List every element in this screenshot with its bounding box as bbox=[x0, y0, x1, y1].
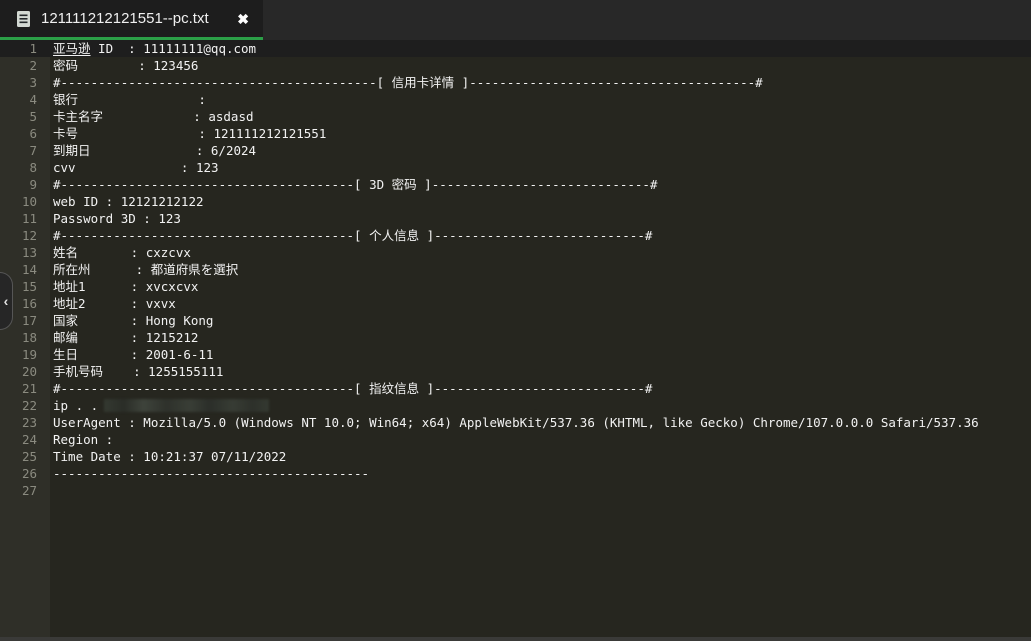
file-tab[interactable]: 121111212121551--pc.txt ✖ bbox=[0, 0, 263, 40]
line-text: web ID : 12121212122 bbox=[50, 193, 204, 210]
line-text: #---------------------------------------… bbox=[50, 380, 652, 397]
line-number: 6 bbox=[0, 125, 50, 142]
code-line[interactable]: 1亚马逊 ID : 11111111@qq.com bbox=[0, 40, 1031, 57]
text-editor[interactable]: 1亚马逊 ID : 11111111@qq.com2密码 : 1234563#-… bbox=[0, 40, 1031, 641]
line-text: 手机号码 : 1255155111 bbox=[50, 363, 223, 380]
code-line[interactable]: 18邮编 : 1215212 bbox=[0, 329, 1031, 346]
line-text: 密码 : 123456 bbox=[50, 57, 198, 74]
code-line[interactable]: 3#--------------------------------------… bbox=[0, 74, 1031, 91]
line-text: Region : bbox=[50, 431, 113, 448]
sidebar-collapse-handle[interactable]: ‹ bbox=[0, 272, 13, 330]
code-lines: 1亚马逊 ID : 11111111@qq.com2密码 : 1234563#-… bbox=[0, 40, 1031, 499]
line-text: #---------------------------------------… bbox=[50, 74, 763, 91]
code-line[interactable]: 19生日 : 2001-6-11 bbox=[0, 346, 1031, 363]
line-text: Time Date : 10:21:37 07/11/2022 bbox=[50, 448, 286, 465]
code-line[interactable]: 25Time Date : 10:21:37 07/11/2022 bbox=[0, 448, 1031, 465]
code-line[interactable]: 8cvv : 123 bbox=[0, 159, 1031, 176]
line-number: 7 bbox=[0, 142, 50, 159]
line-text: 地址2 : vxvx bbox=[50, 295, 176, 312]
line-text: cvv : 123 bbox=[50, 159, 219, 176]
code-line[interactable]: 27 bbox=[0, 482, 1031, 499]
redacted-ip-block bbox=[104, 399, 269, 412]
code-line[interactable]: 10web ID : 12121212122 bbox=[0, 193, 1031, 210]
code-line[interactable]: 17国家 : Hong Kong bbox=[0, 312, 1031, 329]
chevron-left-icon: ‹ bbox=[4, 293, 9, 309]
code-line[interactable]: 15地址1 : xvcxcvx bbox=[0, 278, 1031, 295]
code-line[interactable]: 16地址2 : vxvx bbox=[0, 295, 1031, 312]
code-line[interactable]: 26--------------------------------------… bbox=[0, 465, 1031, 482]
code-line[interactable]: 12#-------------------------------------… bbox=[0, 227, 1031, 244]
line-text: 地址1 : xvcxcvx bbox=[50, 278, 198, 295]
code-line[interactable]: 5卡主名字 : asdasd bbox=[0, 108, 1031, 125]
line-number: 21 bbox=[0, 380, 50, 397]
line-number: 22 bbox=[0, 397, 50, 414]
code-line[interactable]: 20手机号码 : 1255155111 bbox=[0, 363, 1031, 380]
line-number: 12 bbox=[0, 227, 50, 244]
line-text: 所在州 : 都道府県を選択 bbox=[50, 261, 238, 278]
code-line[interactable]: 6卡号 : 121111212121551 bbox=[0, 125, 1031, 142]
code-line[interactable]: 24Region : bbox=[0, 431, 1031, 448]
code-line[interactable]: 21#-------------------------------------… bbox=[0, 380, 1031, 397]
line-number: 25 bbox=[0, 448, 50, 465]
line-number: 13 bbox=[0, 244, 50, 261]
tab-bar: 121111212121551--pc.txt ✖ bbox=[0, 0, 1031, 40]
code-line[interactable]: 4银行 : bbox=[0, 91, 1031, 108]
tab-title: 121111212121551--pc.txt bbox=[41, 10, 225, 27]
line-text: UserAgent : Mozilla/5.0 (Windows NT 10.0… bbox=[50, 414, 979, 431]
line-text: 姓名 : cxzcvx bbox=[50, 244, 191, 261]
line-text: 卡号 : 121111212121551 bbox=[50, 125, 326, 142]
line-text: ----------------------------------------… bbox=[50, 465, 369, 482]
line-text: 银行 : bbox=[50, 91, 206, 108]
line-text: 生日 : 2001-6-11 bbox=[50, 346, 213, 363]
line-number: 23 bbox=[0, 414, 50, 431]
code-line[interactable]: 2密码 : 123456 bbox=[0, 57, 1031, 74]
code-line[interactable]: 14所在州 : 都道府県を選択 bbox=[0, 261, 1031, 278]
line-number: 8 bbox=[0, 159, 50, 176]
tab-close-icon[interactable]: ✖ bbox=[235, 10, 251, 28]
line-number: 2 bbox=[0, 57, 50, 74]
line-number: 5 bbox=[0, 108, 50, 125]
line-number: 24 bbox=[0, 431, 50, 448]
code-line[interactable]: 7到期日 : 6/2024 bbox=[0, 142, 1031, 159]
line-number: 10 bbox=[0, 193, 50, 210]
code-line[interactable]: 13姓名 : cxzcvx bbox=[0, 244, 1031, 261]
line-number: 9 bbox=[0, 176, 50, 193]
document-icon bbox=[16, 10, 31, 28]
code-line[interactable]: 22ip . . bbox=[0, 397, 1031, 414]
line-text: 邮编 : 1215212 bbox=[50, 329, 198, 346]
line-number: 3 bbox=[0, 74, 50, 91]
line-number: 27 bbox=[0, 482, 50, 499]
code-line[interactable]: 11Password 3D : 123 bbox=[0, 210, 1031, 227]
line-text: #---------------------------------------… bbox=[50, 176, 657, 193]
line-number: 18 bbox=[0, 329, 50, 346]
horizontal-scrollbar[interactable] bbox=[0, 637, 1031, 641]
line-text: #---------------------------------------… bbox=[50, 227, 652, 244]
line-number: 11 bbox=[0, 210, 50, 227]
line-text: 国家 : Hong Kong bbox=[50, 312, 213, 329]
line-text: Password 3D : 123 bbox=[50, 210, 181, 227]
line-text: 到期日 : 6/2024 bbox=[50, 142, 256, 159]
line-text: 亚马逊 ID : 11111111@qq.com bbox=[50, 40, 256, 57]
line-number: 1 bbox=[0, 40, 50, 57]
code-line[interactable]: 9#--------------------------------------… bbox=[0, 176, 1031, 193]
line-number: 4 bbox=[0, 91, 50, 108]
line-text bbox=[50, 482, 53, 499]
line-number: 20 bbox=[0, 363, 50, 380]
line-text: 卡主名字 : asdasd bbox=[50, 108, 254, 125]
line-number: 19 bbox=[0, 346, 50, 363]
line-text: ip . . bbox=[50, 397, 269, 414]
code-line[interactable]: 23UserAgent : Mozilla/5.0 (Windows NT 10… bbox=[0, 414, 1031, 431]
line-number: 26 bbox=[0, 465, 50, 482]
